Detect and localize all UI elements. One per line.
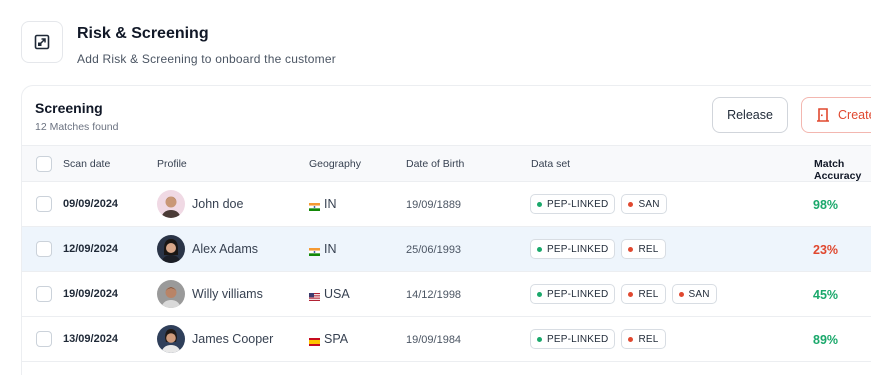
dataset-tags: PEP-LINKED REL [530, 329, 672, 349]
row-checkbox[interactable] [36, 331, 52, 347]
india-flag-icon [309, 200, 320, 211]
dataset-tag: PEP-LINKED [530, 284, 616, 304]
india-flag-icon [309, 245, 320, 256]
col-match-accuracy[interactable]: Match Accuracy [814, 158, 871, 182]
table-row[interactable]: 12/09/2024 Alex Adams IN 25/06/1993 PEP-… [22, 227, 871, 272]
dataset-tags: PEP-LINKED SAN [530, 194, 673, 214]
usa-flag-icon [309, 290, 320, 301]
dataset-tag-label: PEP-LINKED [547, 288, 609, 300]
create-button-label: Create [838, 108, 871, 122]
profile-name: Willy villiams [192, 287, 263, 301]
avatar [157, 325, 185, 353]
geography-code: IN [324, 242, 337, 256]
status-dot [628, 201, 634, 207]
row-checkbox[interactable] [36, 196, 52, 212]
profile-name: Alex Adams [192, 242, 259, 256]
avatar [157, 235, 185, 263]
scan-date: 13/09/2024 [63, 333, 119, 345]
scan-date: 09/09/2024 [63, 198, 119, 210]
dataset-tag-label: SAN [638, 198, 660, 210]
avatar [157, 280, 185, 308]
col-profile[interactable]: Profile [157, 158, 187, 170]
status-dot [678, 291, 684, 297]
avatar [157, 190, 185, 218]
screening-title: Screening [35, 100, 103, 116]
door-icon [816, 107, 830, 123]
geography-code: IN [324, 197, 337, 211]
dataset-tag: PEP-LINKED [530, 239, 616, 259]
col-date-of-birth[interactable]: Date of Birth [406, 158, 464, 170]
release-button[interactable]: Release [712, 97, 788, 133]
dataset-tag: PEP-LINKED [530, 194, 616, 214]
status-dot [628, 291, 634, 297]
screening-card-header: Screening 12 Matches found Release Creat… [22, 86, 871, 145]
dataset-tag: REL [621, 329, 666, 349]
scan-date: 12/09/2024 [63, 243, 119, 255]
profile-cell[interactable]: Willy villiams [157, 280, 263, 308]
profile-cell[interactable]: John doe [157, 190, 243, 218]
dataset-tag-label: REL [638, 288, 659, 300]
profile-name: John doe [192, 197, 244, 211]
status-dot [628, 336, 634, 342]
status-dot [537, 246, 542, 252]
table-header: Scan date Profile Geography Date of Birt… [22, 145, 871, 182]
match-accuracy: 98% [813, 198, 839, 212]
geography-cell: SPA [309, 332, 348, 346]
dataset-tag: SAN [671, 284, 717, 304]
status-dot [537, 201, 542, 207]
table-row[interactable]: 19/09/2024 Willy villiams USA 14/12/1998… [22, 272, 871, 317]
screening-card: Screening 12 Matches found Release Creat… [21, 85, 871, 375]
dataset-tag: REL [621, 284, 666, 304]
create-button[interactable]: Create [801, 97, 871, 133]
match-accuracy: 45% [813, 288, 839, 302]
geography-code: USA [324, 287, 350, 301]
dataset-tag-label: REL [638, 333, 659, 345]
spain-flag-icon [309, 335, 320, 346]
geography-cell: IN [309, 242, 337, 256]
table-row[interactable]: 13/09/2024 James Cooper SPA 19/09/1984 P… [22, 317, 871, 362]
col-scan-date[interactable]: Scan date [63, 158, 110, 170]
date-of-birth: 14/12/1998 [406, 289, 462, 301]
status-dot [537, 336, 542, 342]
dataset-tag-label: PEP-LINKED [547, 333, 609, 345]
col-data-set[interactable]: Data set [531, 158, 570, 170]
page-subtitle: Add Risk & Screening to onboard the cust… [77, 52, 336, 66]
col-geography[interactable]: Geography [309, 158, 361, 170]
status-dot [537, 291, 542, 297]
match-accuracy: 23% [813, 243, 839, 257]
dataset-tag: SAN [621, 194, 667, 214]
dataset-tag: REL [621, 239, 666, 259]
row-checkbox[interactable] [36, 241, 52, 257]
profile-cell[interactable]: Alex Adams [157, 235, 258, 263]
dataset-tag-label: SAN [688, 288, 710, 300]
external-link-icon [21, 21, 63, 63]
date-of-birth: 25/06/1993 [406, 244, 462, 256]
geography-cell: IN [309, 197, 337, 211]
match-accuracy: 89% [813, 333, 839, 347]
scan-date: 19/09/2024 [63, 288, 119, 300]
profile-cell[interactable]: James Cooper [157, 325, 273, 353]
table-row[interactable]: 09/09/2024 John doe IN 19/09/1889 PEP-LI… [22, 182, 871, 227]
geography-cell: USA [309, 287, 350, 301]
status-dot [628, 246, 634, 252]
dataset-tags: PEP-LINKED REL SAN [530, 284, 723, 304]
dataset-tag: PEP-LINKED [530, 329, 616, 349]
matches-count: 12 Matches found [35, 121, 119, 133]
dataset-tags: PEP-LINKED REL [530, 239, 672, 259]
select-all-checkbox[interactable] [36, 156, 52, 172]
dataset-tag-label: REL [638, 243, 659, 255]
date-of-birth: 19/09/1984 [406, 334, 462, 346]
dataset-tag-label: PEP-LINKED [547, 243, 609, 255]
page-title: Risk & Screening [77, 25, 209, 42]
dataset-tag-label: PEP-LINKED [547, 198, 609, 210]
geography-code: SPA [324, 332, 349, 346]
page-header: Risk & Screening Add Risk & Screening to… [21, 21, 336, 66]
row-checkbox[interactable] [36, 286, 52, 302]
date-of-birth: 19/09/1889 [406, 199, 462, 211]
profile-name: James Cooper [192, 332, 274, 346]
